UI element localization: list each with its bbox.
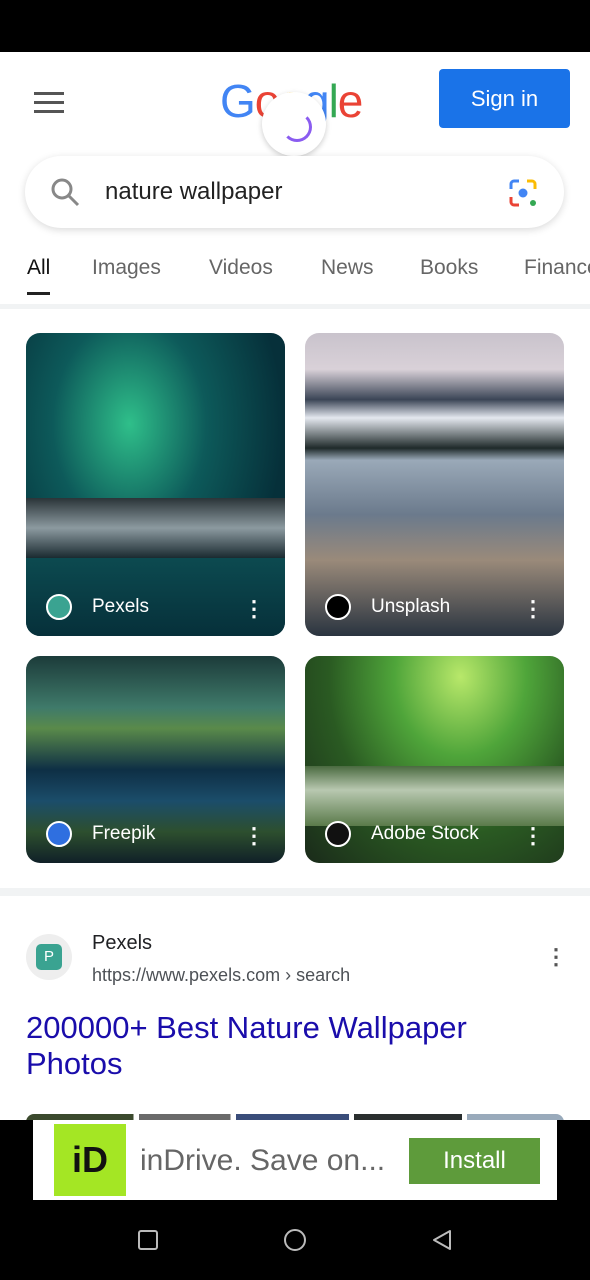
ad-text: inDrive. Save on... xyxy=(140,1144,386,1177)
more-options-icon[interactable]: ⋮ xyxy=(522,825,544,847)
search-tabs: All Images Videos News Books Finance xyxy=(0,252,590,304)
indrive-logo: iD xyxy=(54,1124,126,1196)
image-source: Adobe Stock xyxy=(371,823,479,844)
search-icon[interactable] xyxy=(49,176,81,208)
tab-finance[interactable]: Finance xyxy=(524,256,590,280)
result-url[interactable]: https://www.pexels.com › search xyxy=(92,965,350,986)
google-lens-icon[interactable] xyxy=(508,178,538,208)
more-options-icon[interactable]: ⋮ xyxy=(545,946,567,968)
sign-in-button[interactable]: Sign in xyxy=(439,69,570,128)
tab-news[interactable]: News xyxy=(321,256,374,280)
search-query[interactable]: nature wallpaper xyxy=(105,178,282,206)
image-source: Freepik xyxy=(92,823,156,844)
result-title-link[interactable]: 200000+ Best Nature Wallpaper Photos xyxy=(26,1010,556,1082)
search-input[interactable]: nature wallpaper xyxy=(25,156,564,228)
recents-icon[interactable] xyxy=(136,1228,160,1252)
browser-page: Google Sign in nature wallpaper All Imag… xyxy=(0,52,590,1120)
more-options-icon[interactable]: ⋮ xyxy=(243,825,265,847)
result-site: Pexels xyxy=(92,932,153,954)
home-icon[interactable] xyxy=(283,1228,307,1252)
image-result[interactable]: Unsplash ⋮ xyxy=(305,333,564,636)
pexels-favicon xyxy=(26,934,72,980)
tab-images[interactable]: Images xyxy=(92,256,161,280)
loading-spinner-icon xyxy=(262,92,326,156)
more-options-icon[interactable]: ⋮ xyxy=(522,598,544,620)
ad-banner[interactable]: iD inDrive. Save on... Install xyxy=(33,1120,557,1200)
install-button[interactable]: Install xyxy=(409,1138,540,1184)
image-result[interactable]: Adobe Stock ⋮ xyxy=(305,656,564,863)
tab-videos[interactable]: Videos xyxy=(209,256,273,280)
back-icon[interactable] xyxy=(430,1228,454,1252)
image-result[interactable]: Pexels ⋮ xyxy=(26,333,285,636)
image-source: Unsplash xyxy=(371,596,451,617)
tab-all[interactable]: All xyxy=(27,256,51,295)
tab-books[interactable]: Books xyxy=(420,256,478,280)
image-source: Pexels xyxy=(92,596,150,617)
more-options-icon[interactable]: ⋮ xyxy=(243,598,265,620)
divider xyxy=(0,304,590,309)
menu-icon[interactable] xyxy=(34,92,64,119)
image-result[interactable]: Freepik ⋮ xyxy=(26,656,285,863)
divider xyxy=(0,888,590,896)
